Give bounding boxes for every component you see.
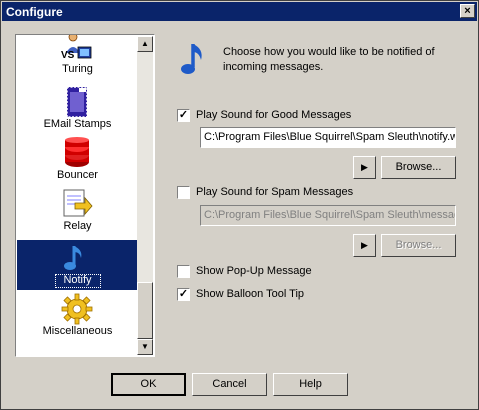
popup-message-checkbox[interactable]	[177, 265, 190, 278]
spam-sound-label: Play Sound for Spam Messages	[196, 186, 354, 198]
scroll-up-button[interactable]: ▲	[137, 36, 153, 52]
list-item-label: Turing	[62, 63, 93, 75]
list-item-label: Relay	[63, 220, 92, 232]
list-scrollbar[interactable]: ▲ ▼	[137, 36, 153, 355]
relay-icon	[63, 189, 93, 217]
stamp-icon	[66, 86, 88, 118]
good-sound-checkbox[interactable]: ✓	[177, 109, 190, 122]
list-item-bouncer[interactable]: Bouncer	[17, 135, 138, 185]
browse-spam-sound-button[interactable]: Browse...	[381, 234, 456, 257]
balloon-tooltip-checkbox[interactable]: ✓	[177, 288, 190, 301]
configure-dialog: Configure × VS Turing EMail Stamps Bounc…	[0, 0, 479, 410]
good-sound-label: Play Sound for Good Messages	[196, 109, 352, 121]
notify-icon	[64, 246, 82, 270]
list-item-miscellaneous[interactable]: Miscellaneous	[17, 291, 138, 341]
popup-message-label: Show Pop-Up Message	[196, 265, 312, 277]
scroll-down-button[interactable]: ▼	[137, 339, 153, 355]
good-sound-path-field[interactable]: C:\Program Files\Blue Squirrel\Spam Sleu…	[200, 127, 456, 148]
focus-rectangle	[55, 274, 101, 288]
list-item-label: EMail Stamps	[43, 118, 112, 130]
title-bar[interactable]: Configure ×	[2, 2, 477, 21]
window-title: Configure	[6, 5, 63, 19]
list-item-notify[interactable]: Notify	[17, 240, 138, 290]
category-list[interactable]: VS Turing EMail Stamps Bouncer Relay Not…	[15, 34, 155, 357]
notify-description: Choose how you would like to be notified…	[223, 46, 435, 73]
spam-sound-path-field[interactable]: C:\Program Files\Blue Squirrel\Spam Sleu…	[200, 205, 456, 226]
list-item-label: Miscellaneous	[42, 325, 113, 337]
music-note-icon	[181, 44, 202, 74]
play-spam-sound-button[interactable]: ▶	[353, 234, 376, 257]
ok-button[interactable]: OK	[111, 373, 186, 396]
list-item-turing[interactable]: VS Turing	[17, 35, 138, 79]
spam-sound-checkbox[interactable]	[177, 186, 190, 199]
play-good-sound-button[interactable]: ▶	[353, 156, 376, 179]
cancel-button[interactable]: Cancel	[192, 373, 267, 396]
list-item-email-stamps[interactable]: EMail Stamps	[17, 84, 138, 134]
help-button[interactable]: Help	[273, 373, 348, 396]
gear-icon	[61, 293, 93, 325]
turing-vs-text: VS	[61, 50, 75, 61]
list-item-relay[interactable]: Relay	[17, 186, 138, 236]
scroll-thumb[interactable]	[137, 282, 153, 339]
list-item-label: Bouncer	[57, 169, 98, 181]
close-button[interactable]: ×	[460, 4, 475, 18]
browse-good-sound-button[interactable]: Browse...	[381, 156, 456, 179]
balloon-tooltip-label: Show Balloon Tool Tip	[196, 288, 305, 300]
bouncer-icon	[65, 137, 89, 167]
